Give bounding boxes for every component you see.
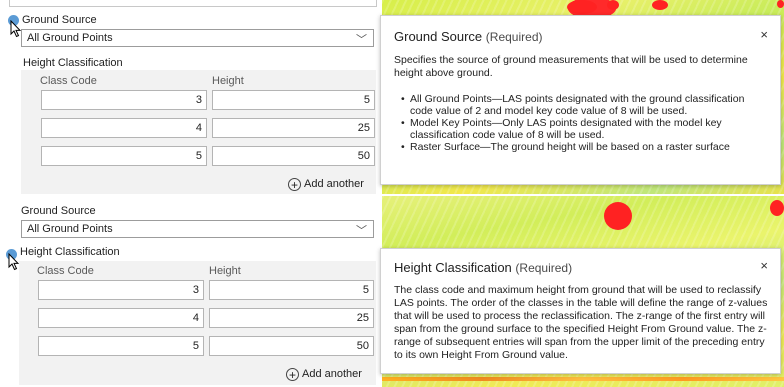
class-code-input[interactable]: 3 [41, 90, 207, 110]
class-code-input[interactable]: 5 [38, 336, 204, 356]
class-code-input[interactable]: 5 [41, 146, 207, 166]
popup-option-item: Model Key Points—Only LAS points designa… [401, 117, 765, 141]
column-header-class-code: Class Code [40, 75, 97, 87]
bottom-pane: Ground Source All Ground Points ﹀ Height… [0, 196, 784, 387]
map-hotspot [770, 200, 784, 216]
ground-source-select[interactable]: All Ground Points ﹀ [21, 220, 374, 238]
popup-option-item: Raster Surface—The ground height will be… [401, 141, 765, 154]
map-hotspot [607, 0, 619, 10]
height-input[interactable]: 5 [212, 90, 375, 110]
height-classification-table: Class Code Height 3 5 4 25 5 50 + Add ano… [19, 261, 376, 385]
add-another-button[interactable]: + Add another [288, 178, 364, 191]
column-header-height: Height [212, 75, 244, 87]
height-classification-help-popup: Height Classification (Required) × The c… [380, 248, 781, 374]
plus-circle-icon: + [286, 368, 299, 381]
class-code-input[interactable]: 4 [38, 308, 204, 328]
map-hotspot [567, 0, 597, 14]
close-icon[interactable]: × [760, 27, 768, 42]
ground-source-select[interactable]: All Ground Points ﹀ [21, 29, 374, 47]
popup-title: Height Classification (Required) [394, 260, 573, 275]
height-classification-label: Height Classification [20, 246, 120, 258]
top-pane: Ground Source All Ground Points ﹀ Height… [0, 0, 784, 194]
popup-required-label: (Required) [485, 30, 543, 44]
height-input[interactable]: 5 [209, 280, 374, 300]
close-icon[interactable]: × [760, 258, 768, 273]
popup-option-item: All Ground Points—LAS points designated … [401, 93, 765, 117]
column-header-height: Height [209, 265, 241, 277]
map-hotspot [604, 202, 632, 230]
ground-source-value: All Ground Points [27, 223, 113, 235]
tool-panel: Ground Source All Ground Points ﹀ Height… [0, 196, 380, 387]
ground-source-label: Ground Source [21, 205, 96, 217]
height-input[interactable]: 50 [212, 146, 375, 166]
popup-description: The class code and maximum height from g… [394, 284, 768, 361]
tool-panel: Ground Source All Ground Points ﹀ Height… [0, 0, 380, 194]
map-edge-band [382, 377, 784, 381]
height-classification-table: Class Code Height 3 5 4 25 5 50 + Add ano… [21, 70, 376, 194]
class-code-input[interactable]: 3 [38, 280, 204, 300]
map-hotspot [777, 0, 784, 8]
class-code-input[interactable]: 4 [41, 118, 207, 138]
ground-source-help-popup: Ground Source (Required) × Specifies the… [380, 15, 781, 185]
popup-required-label: (Required) [515, 261, 573, 275]
chevron-down-icon[interactable]: ﹀ [356, 31, 367, 47]
height-classification-label: Height Classification [23, 57, 123, 69]
field-border [9, 0, 377, 7]
map-hotspot [652, 0, 668, 10]
height-input[interactable]: 25 [209, 308, 374, 328]
popup-option-list: All Ground Points—LAS points designated … [401, 93, 765, 155]
popup-description: Specifies the source of ground measureme… [394, 54, 748, 79]
chevron-down-icon[interactable]: ﹀ [356, 222, 367, 238]
popup-title: Ground Source (Required) [394, 29, 543, 44]
plus-circle-icon: + [288, 178, 301, 191]
height-input[interactable]: 25 [212, 118, 375, 138]
height-input[interactable]: 50 [209, 336, 374, 356]
column-header-class-code: Class Code [37, 265, 94, 277]
ground-source-label: Ground Source [22, 14, 97, 26]
ground-source-value: All Ground Points [27, 32, 113, 44]
add-another-button[interactable]: + Add another [286, 368, 362, 381]
